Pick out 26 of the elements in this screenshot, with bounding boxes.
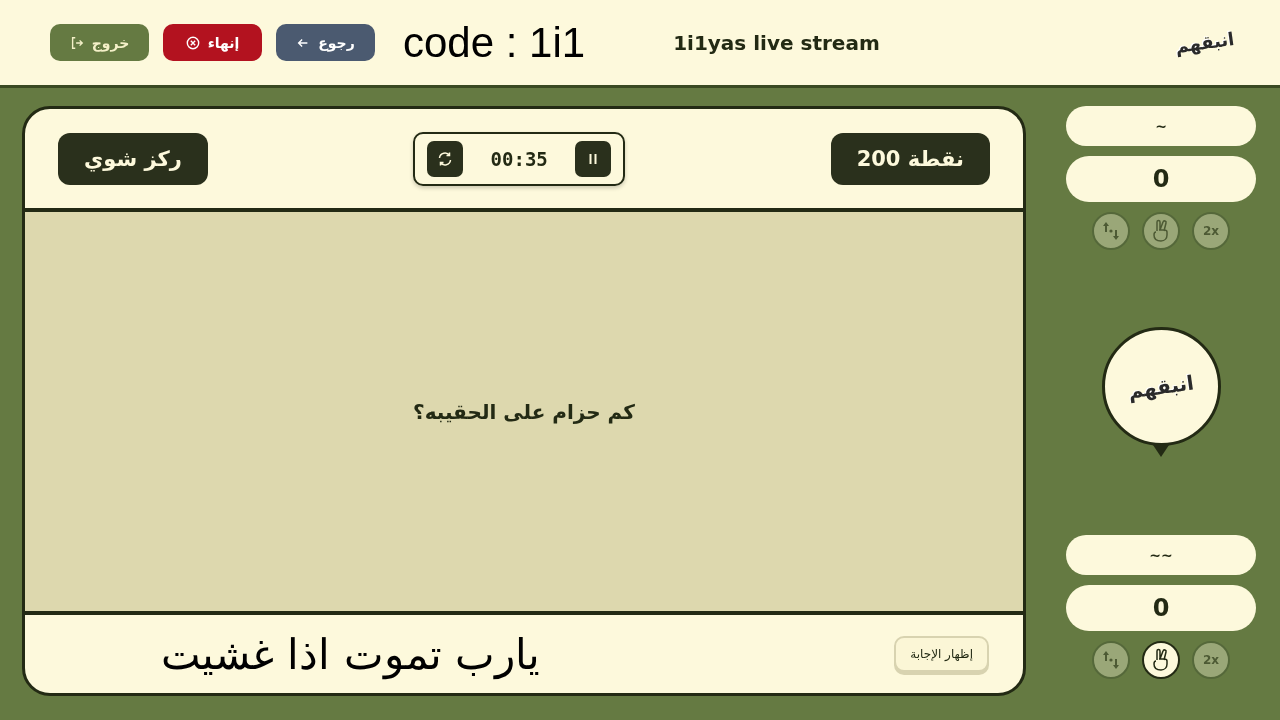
exit-icon [69, 35, 84, 50]
exit-button[interactable]: خروج [50, 24, 149, 61]
logo: انبقهم [1126, 370, 1196, 403]
points-label: 200 نقطة [830, 132, 990, 185]
team-score: 0 [1066, 585, 1256, 631]
show-answer-button[interactable]: إظهار الإجابة [894, 636, 989, 672]
end-button[interactable]: إنهاء [163, 24, 262, 61]
swap-arrows-icon [1100, 220, 1122, 242]
reset-timer-button[interactable] [427, 140, 464, 177]
answer-text: يارب تموت اذا غشيت [161, 629, 541, 679]
question-text: كم حزام على الحقيبه؟ [413, 399, 635, 424]
pause-button[interactable] [575, 140, 612, 177]
hint-label: ركز شوي [58, 132, 208, 185]
pause-icon [587, 152, 600, 165]
stream-title: 1i1yas live stream [673, 30, 881, 55]
timer-text: 00:35 [490, 147, 548, 170]
logo: انبقهم [1173, 28, 1236, 57]
team-name: ~~ [1066, 535, 1256, 575]
back-button[interactable]: رجوع [276, 24, 375, 61]
swap-arrows-icon [1100, 649, 1122, 671]
room-code: code : 1i1 [403, 18, 586, 67]
lifeline-button[interactable] [1142, 641, 1180, 679]
team-name: ~ [1066, 106, 1256, 146]
close-icon [185, 35, 200, 50]
team-score: 0 [1066, 156, 1256, 202]
refresh-icon [437, 150, 454, 167]
